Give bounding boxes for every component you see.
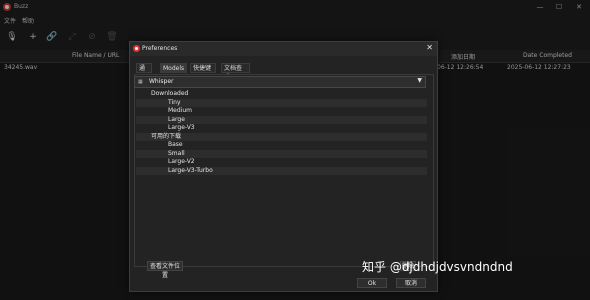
show-location-button[interactable]: 查看文件位置 bbox=[147, 261, 183, 279]
grid-icon: ▦ bbox=[138, 79, 143, 85]
cancel-button[interactable]: 取消 bbox=[396, 278, 426, 288]
model-type-value: Whisper bbox=[149, 78, 174, 85]
group-downloaded[interactable]: Downloaded bbox=[136, 90, 427, 98]
model-type-select[interactable]: ▦ Whisper ▼ bbox=[134, 76, 426, 88]
list-item[interactable]: Medium bbox=[136, 107, 427, 115]
ok-button[interactable]: Ok bbox=[357, 278, 387, 288]
tab-shortcuts[interactable]: 快捷键 bbox=[190, 63, 216, 73]
dialog-title-bar: Preferences ✕ bbox=[130, 42, 437, 56]
list-item[interactable]: Large-V3-Turbo bbox=[136, 166, 427, 175]
tab-doc-viewer[interactable]: 文档查看 bbox=[221, 63, 250, 81]
preferences-dialog: Preferences ✕ 通用 Models 快捷键 文档查看 ▦ Whisp… bbox=[129, 41, 438, 292]
group-available[interactable]: 可用的下载 bbox=[136, 132, 427, 141]
list-item[interactable]: Large-V2 bbox=[136, 158, 427, 166]
list-item[interactable]: Large bbox=[136, 115, 427, 124]
dialog-logo-icon bbox=[133, 45, 140, 52]
tab-general[interactable]: 通用 bbox=[136, 63, 152, 81]
list-item[interactable]: Small bbox=[136, 149, 427, 158]
list-item[interactable]: Large-V3 bbox=[136, 124, 427, 132]
dialog-title: Preferences bbox=[142, 45, 178, 52]
model-tree: Downloaded Tiny Medium Large Large-V3 可用… bbox=[136, 90, 427, 264]
dialog-close-button[interactable]: ✕ bbox=[426, 43, 433, 52]
list-item[interactable]: Tiny bbox=[136, 98, 427, 107]
tab-models[interactable]: Models bbox=[160, 63, 187, 73]
watermark: 知乎 @djdhdjdvsvndndnd bbox=[362, 260, 513, 274]
list-item[interactable]: Base bbox=[136, 141, 427, 149]
chevron-down-icon: ▼ bbox=[417, 77, 422, 84]
